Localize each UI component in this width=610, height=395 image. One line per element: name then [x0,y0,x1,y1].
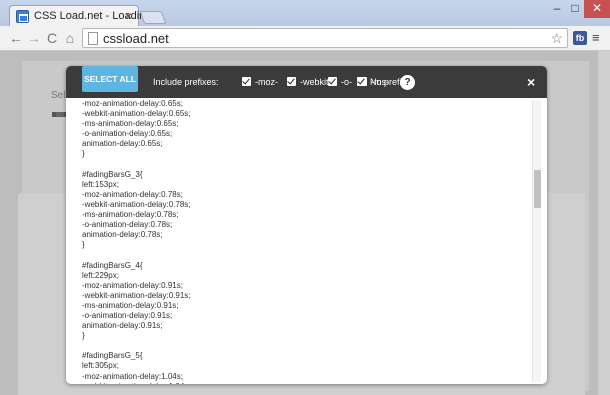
code-line: -webkit-animation-delay:0.65s; [82,109,191,119]
window-maximize-button[interactable]: □ [566,0,584,18]
code-line: animation-delay:0.91s; [82,321,163,331]
home-icon[interactable]: ⌂ [62,30,78,46]
address-bar[interactable]: cssload.net ☆ [82,28,568,48]
code-line: } [82,331,85,341]
modal-header: SELECT ALL Include prefixes: -moz- -webk… [66,66,547,98]
new-tab-button[interactable] [139,11,167,24]
code-line: -moz-animation-delay:0.65s; [82,99,183,108]
menu-icon[interactable]: ≡ [592,30,600,45]
reload-icon[interactable]: C [44,30,60,46]
code-line: -o-animation-delay:0.78s; [82,220,173,230]
favicon-icon [16,10,29,23]
code-line: left:305px; [82,361,119,371]
checkbox-checked-icon[interactable] [328,77,337,86]
tab-close-icon[interactable]: × [125,9,132,23]
tab-title: CSS Load.net - Loading [34,10,152,22]
modal-close-icon[interactable]: × [527,74,535,90]
tab-strip: CSS Load.net - Loading × – □ ✕ [0,0,610,27]
bookmark-star-icon[interactable]: ☆ [550,30,563,47]
back-arrow-icon[interactable]: ← [8,30,24,46]
prefix-label: Include prefixes: [153,77,219,87]
code-line: -ms-animation-delay:0.78s; [82,210,179,220]
code-line: -webkit-animation-delay:0.91s; [82,290,191,300]
option-label: -moz- [255,77,278,87]
option-label: -o- [341,77,352,87]
code-line: } [82,149,85,159]
code-line: -webkit-animation-delay:1.04s; [82,382,512,384]
browser-tab[interactable]: CSS Load.net - Loading × [9,5,151,27]
code-line: #fadingBarsG_4{ [82,260,143,270]
select-all-button[interactable]: SELECT ALL [82,66,138,92]
code-scrollbar-thumb[interactable] [534,170,541,208]
window-close-button[interactable]: ✕ [584,0,610,18]
checkbox-checked-icon[interactable] [242,77,251,86]
code-modal: SELECT ALL Include prefixes: -moz- -webk… [66,66,547,384]
code-area[interactable]: -moz-animation-delay:0.65s; -webkit-anima… [66,98,547,384]
option-label: No prefix [370,77,407,87]
browser-toolbar: ← → C ⌂ cssload.net ☆ fb ≡ [0,26,610,50]
code-line: animation-delay:0.78s; [82,230,163,240]
code-line: -o-animation-delay:0.91s; [82,310,173,320]
code-line: left:229px; [82,270,119,280]
forward-arrow-icon[interactable]: → [26,30,42,46]
code-line: } [82,240,85,250]
code-line: -webkit-animation-delay:0.78s; [82,199,191,209]
code-line: -moz-animation-delay:0.91s; [82,280,183,290]
code-line: -moz-animation-delay:1.04s; [82,371,183,381]
code-line: animation-delay:0.65s; [82,139,163,149]
code-line: -o-animation-delay:0.65s; [82,129,173,139]
code-line: -ms-animation-delay:0.91s; [82,300,179,310]
checkbox-checked-icon[interactable] [357,77,366,86]
code-line: #fadingBarsG_3{ [82,169,143,179]
code-line: -moz-animation-delay:0.78s; [82,189,183,199]
code-line: left:153px; [82,179,119,189]
window-minimize-button[interactable]: – [548,0,566,18]
facebook-extension-icon[interactable]: fb [573,31,587,45]
url-text[interactable]: cssload.net [103,31,169,46]
code-line: -ms-animation-delay:0.65s; [82,119,179,129]
css-code-block[interactable]: -moz-animation-delay:0.65s; -webkit-anima… [82,99,512,384]
page-scrollbar[interactable] [598,51,610,395]
option-label: -webkit- [300,77,332,87]
code-scrollbar[interactable] [532,100,541,382]
code-line: #fadingBarsG_5{ [82,351,143,361]
page-icon [88,32,98,45]
browser-chrome: CSS Load.net - Loading × – □ ✕ ← → C ⌂ c… [0,0,610,50]
checkbox-checked-icon[interactable] [287,77,296,86]
